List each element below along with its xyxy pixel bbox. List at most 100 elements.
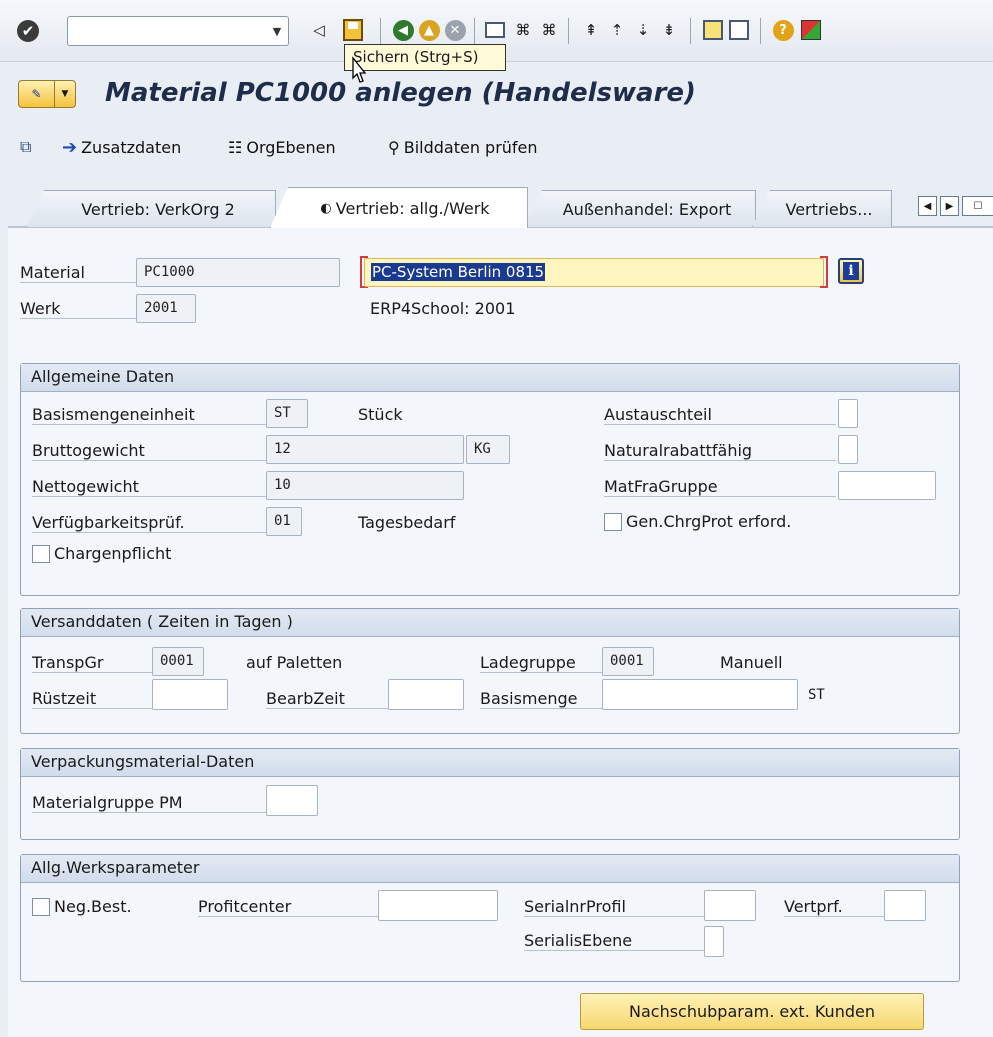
cancel-icon[interactable]: ✕ — [444, 18, 466, 42]
serialisebene-label: SerialisEbene — [524, 931, 704, 951]
command-field-dropdown-icon[interactable]: ▼ — [266, 16, 288, 46]
tab-aussenhandel-export[interactable]: Außenhandel: Export — [524, 190, 756, 227]
help-icon[interactable]: ? — [772, 18, 794, 42]
ladegruppe-text: Manuell — [720, 653, 783, 672]
info-button[interactable]: i — [838, 258, 864, 284]
verfuegbarkeitspruefung-label: Verfügbarkeitsprüf. — [32, 513, 266, 533]
nettogewicht-field[interactable]: 10 — [266, 471, 464, 500]
ladegruppe-label: Ladegruppe — [480, 653, 602, 673]
bruttogewicht-field[interactable]: 12 — [266, 435, 464, 464]
ruestzeit-label: Rüstzeit — [32, 689, 152, 709]
serialisebene-field[interactable] — [704, 926, 724, 957]
tab-list-icon[interactable]: ☐ — [962, 196, 993, 216]
bearbzeit-label: BearbZeit — [266, 689, 388, 709]
back-icon[interactable]: ◀ — [392, 18, 414, 42]
toolbar-separator — [760, 18, 761, 44]
find-icon[interactable]: ⌘ — [512, 18, 534, 42]
next-page-icon[interactable]: ⇣ — [632, 18, 654, 42]
save-tooltip: Sichern (Strg+S) — [344, 44, 506, 71]
group-title: Versanddaten ( Zeiten in Tagen ) — [21, 609, 959, 637]
views-icon: ⧉ — [20, 137, 32, 156]
material-description-field[interactable]: PC-System Berlin 0815 — [364, 258, 824, 287]
nettogewicht-label: Nettogewicht — [32, 477, 266, 497]
serialnrprofil-field[interactable] — [704, 890, 756, 921]
matfragruppe-field[interactable] — [838, 471, 936, 500]
orgebenen-label: OrgEbenen — [246, 137, 336, 157]
ruestzeit-field[interactable] — [152, 679, 228, 710]
menu-icon: ✎ — [19, 81, 55, 107]
serialnrprofil-label: SerialnrProfil — [524, 897, 704, 917]
werk-field[interactable]: 2001 — [136, 294, 196, 323]
gewichtseinheit-field[interactable]: KG — [466, 435, 510, 464]
group-title: Verpackungsmaterial-Daten — [21, 749, 959, 777]
basismenge-unit: ST — [808, 687, 825, 703]
command-field[interactable] — [67, 16, 289, 46]
tab-label: Vertriebs... — [785, 199, 873, 219]
shortcut-icon[interactable] — [728, 18, 750, 42]
materialgruppe-pm-label: Materialgruppe PM — [32, 793, 266, 813]
tab-vertriebs[interactable]: Vertriebs... — [752, 190, 892, 227]
bilddaten-pruefen-button[interactable]: ⚲ Bilddaten prüfen — [388, 133, 538, 161]
first-page-icon[interactable]: ⇞ — [580, 18, 602, 42]
check-screen-icon: ⚲ — [388, 137, 400, 157]
zusatzdaten-label: Zusatzdaten — [81, 137, 182, 157]
werk-description: ERP4School: 2001 — [370, 299, 516, 318]
toolbar-separator — [690, 18, 691, 44]
bruttogewicht-label: Bruttogewicht — [32, 441, 266, 461]
zusatzdaten-button[interactable]: ➔ Zusatzdaten — [62, 133, 181, 161]
tab-status-icon: ◐ — [320, 200, 332, 216]
back-triangle-icon[interactable]: ◁ — [308, 18, 330, 42]
materialgruppe-pm-field[interactable] — [266, 785, 318, 816]
tab-vertrieb-verkorg-2[interactable]: Vertrieb: VerkOrg 2 — [26, 190, 276, 227]
material-field[interactable]: PC1000 — [136, 258, 340, 287]
menu-button[interactable]: ✎ ▼ — [18, 80, 76, 108]
toolbar-separator — [568, 18, 569, 44]
other-view-button[interactable]: ⧉ — [20, 133, 31, 161]
selected-text: PC-System Berlin 0815 — [371, 263, 546, 281]
vertprf-field[interactable] — [884, 890, 926, 921]
basismengeneinheit-label: Basismengeneinheit — [32, 405, 266, 425]
chargenpflicht-checkbox[interactable] — [32, 545, 50, 563]
enter-check-icon[interactable]: ✔ — [17, 20, 39, 42]
austauschteil-label: Austauschteil — [604, 405, 836, 425]
verfuegbarkeitspruefung-field[interactable]: 01 — [266, 507, 302, 536]
orgebenen-button[interactable]: ☷ OrgEbenen — [228, 133, 336, 161]
group-title: Allgemeine Daten — [21, 364, 959, 392]
print-icon[interactable] — [484, 18, 506, 42]
basismengeneinheit-field[interactable]: ST — [266, 399, 308, 428]
required-bracket-right — [820, 256, 828, 288]
transpgr-text: auf Paletten — [246, 653, 343, 672]
customize-layout-icon[interactable] — [800, 18, 822, 42]
bearbzeit-field[interactable] — [388, 679, 464, 710]
neg-best-checkbox[interactable] — [32, 898, 50, 916]
tab-scroll-left-icon[interactable]: ◀ — [918, 196, 937, 216]
material-label: Material — [20, 263, 136, 283]
vertprf-label: Vertprf. — [784, 897, 884, 917]
find-next-icon[interactable]: ⌘ — [538, 18, 560, 42]
austauschteil-field[interactable] — [838, 399, 858, 428]
info-icon: i — [843, 262, 859, 280]
basismenge-field[interactable] — [602, 679, 798, 710]
toolbar-separator — [474, 18, 475, 44]
gen-chrgprot-checkbox[interactable] — [604, 513, 622, 531]
previous-page-icon[interactable]: ⇡ — [606, 18, 628, 42]
basismengeneinheit-text: Stück — [358, 405, 403, 424]
toolbar-separator — [380, 18, 381, 44]
tab-label: Vertrieb: allg./Werk — [335, 198, 490, 218]
nachschubparam-button[interactable]: Nachschubparam. ext. Kunden — [580, 993, 924, 1030]
exit-icon[interactable]: ▲ — [418, 18, 440, 42]
verfuegbarkeitspruefung-text: Tagesbedarf — [358, 513, 456, 532]
ladegruppe-field[interactable]: 0001 — [602, 647, 654, 676]
new-session-icon[interactable] — [702, 18, 724, 42]
hierarchy-icon: ☷ — [228, 137, 243, 157]
transpgr-field[interactable]: 0001 — [152, 647, 204, 676]
tab-scroll-right-icon[interactable]: ▶ — [940, 196, 959, 216]
tab-vertrieb-allg-werk[interactable]: ◐ Vertrieb: allg./Werk — [270, 187, 528, 228]
chevron-down-icon: ▼ — [61, 89, 69, 99]
arrow-right-icon: ➔ — [62, 136, 78, 158]
basismenge-label: Basismenge — [480, 689, 602, 709]
naturalrabattfaehig-field[interactable] — [838, 435, 858, 464]
last-page-icon[interactable]: ⇟ — [658, 18, 680, 42]
profitcenter-field[interactable] — [378, 890, 498, 921]
save-icon[interactable] — [342, 18, 364, 42]
